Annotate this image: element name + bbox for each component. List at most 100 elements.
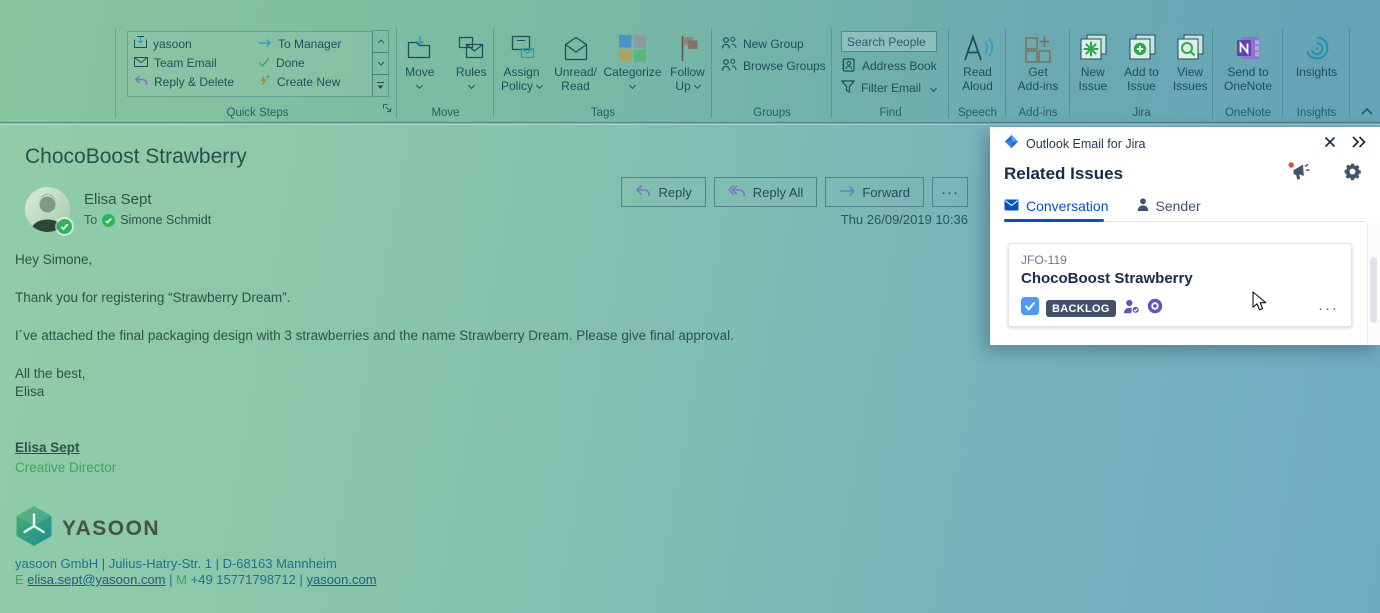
scrollbar-thumb[interactable]: [1370, 257, 1377, 323]
body-paragraph: All the best,: [15, 365, 765, 383]
ribbon: yasoon Team Email Reply & Delete To Mana…: [0, 0, 1380, 123]
panel-title-row: Related Issues: [990, 153, 1380, 187]
quick-step-done[interactable]: Done: [256, 53, 372, 72]
envelope-icon: [1004, 198, 1019, 214]
rules-icon: [457, 30, 485, 66]
address-book-button[interactable]: Address Book: [841, 55, 949, 77]
group-label-insights: Insights: [1283, 107, 1350, 119]
body-paragraph: Elisa: [15, 383, 765, 401]
issue-menu-button[interactable]: ···: [1318, 304, 1339, 314]
signature-name: Elisa Sept: [15, 440, 116, 455]
group-label-jira: Jira: [1070, 107, 1213, 119]
quick-steps-scroll-up-button[interactable]: [372, 30, 389, 53]
tab-conversation[interactable]: Conversation: [1004, 198, 1109, 214]
ribbon-group-jira: New Issue Add to Issue View Issues Jira: [1070, 26, 1213, 122]
assign-policy-label: Assign: [503, 65, 539, 79]
related-issue-card[interactable]: JFO-119 ChocoBoost Strawberry BACKLOG ··…: [1008, 243, 1352, 327]
panel-header: Outlook Email for Jira: [990, 127, 1380, 153]
status-badge[interactable]: BACKLOG: [1046, 300, 1116, 317]
people-icon: [721, 36, 737, 53]
group-label-addins: Add-ins: [1006, 107, 1070, 119]
read-aloud-icon: [961, 30, 995, 66]
tab-sender[interactable]: Sender: [1137, 198, 1201, 214]
browse-groups-label: Browse Groups: [743, 59, 826, 73]
megaphone-icon[interactable]: [1288, 162, 1311, 186]
quick-steps-gallery: yasoon Team Email Reply & Delete To Mana…: [127, 31, 373, 97]
search-people-input[interactable]: [841, 31, 937, 52]
reply-button[interactable]: Reply: [621, 177, 705, 207]
group-label-speech: Speech: [949, 107, 1006, 119]
inbox-move-icon: [134, 36, 147, 51]
people-icon: [721, 58, 737, 75]
envelope-icon: [134, 56, 148, 70]
assignee-icon[interactable]: [1123, 299, 1140, 319]
more-actions-button[interactable]: ···: [932, 177, 968, 207]
quick-steps-dialog-launcher-icon[interactable]: [382, 100, 392, 118]
new-issue-icon: [1078, 30, 1108, 66]
filter-email-label: Filter Email: [861, 81, 921, 95]
dropdown-caret-icon: [416, 81, 423, 88]
ribbon-group-addins: Get Add-ins Add-ins: [1006, 26, 1070, 122]
quick-step-label: To Manager: [278, 37, 341, 51]
ribbon-group-move: Move Rules Move: [397, 26, 494, 122]
reply-all-icon: [728, 184, 746, 200]
signature-contacts: E elisa.sept@yasoon.com | M +49 15771798…: [15, 572, 377, 587]
recipient-name[interactable]: Simone Schmidt: [120, 213, 211, 227]
phone-number: +49 15771798712: [191, 572, 296, 587]
sender-avatar[interactable]: [25, 187, 70, 232]
categorize-label: Categorize: [603, 66, 661, 80]
quick-steps-more-button[interactable]: [372, 74, 389, 97]
assign-policy-icon: [508, 30, 535, 66]
quick-step-to-manager[interactable]: To Manager: [256, 34, 372, 53]
funnel-icon: [841, 80, 855, 96]
panel-title: Related Issues: [1004, 164, 1288, 184]
ribbon-group-speech: Read Aloud Speech: [949, 26, 1006, 122]
collapse-ribbon-button[interactable]: [1358, 104, 1376, 118]
filter-email-button[interactable]: Filter Email: [841, 77, 949, 99]
gear-icon[interactable]: [1343, 162, 1362, 186]
quick-steps-scroll-down-button[interactable]: [372, 52, 389, 75]
forward-button[interactable]: Forward: [825, 177, 924, 207]
quick-step-team-email[interactable]: Team Email: [132, 53, 256, 72]
quick-step-create-new[interactable]: Create New: [256, 72, 372, 91]
body-paragraph: Hey Simone,: [15, 251, 765, 269]
tab-sender-label: Sender: [1156, 198, 1201, 214]
group-label-find: Find: [832, 107, 949, 119]
ribbon-group-find: Address Book Filter Email Find: [832, 26, 949, 122]
email-body: Hey Simone, Thank you for registering “S…: [15, 251, 765, 401]
body-paragraph: Thank you for registering “Strawberry Dr…: [15, 289, 765, 307]
close-icon[interactable]: [1324, 135, 1336, 153]
issue-title[interactable]: ChocoBoost Strawberry: [1021, 270, 1339, 287]
ribbon-group-insights: Insights Insights: [1283, 26, 1350, 122]
read-aloud-label: Read: [963, 66, 992, 80]
reply-icon: [635, 184, 651, 200]
browse-groups-button[interactable]: Browse Groups: [721, 55, 832, 77]
double-chevron-right-icon[interactable]: [1351, 135, 1366, 153]
website-link[interactable]: yasoon.com: [306, 572, 376, 587]
email-link[interactable]: elisa.sept@yasoon.com: [27, 572, 165, 587]
to-label: To: [84, 213, 97, 227]
yasoon-hexagon-logo-icon: [15, 505, 53, 552]
assign-policy-label2: Policy: [501, 79, 533, 93]
watchers-eye-icon[interactable]: [1147, 298, 1163, 319]
unread-read-label: Unread/: [554, 66, 597, 80]
flag-icon: [676, 30, 700, 66]
quick-step-yasoon[interactable]: yasoon: [132, 34, 256, 53]
quick-steps-column-1: yasoon Team Email Reply & Delete: [132, 34, 256, 91]
rules-label: Rules: [456, 66, 487, 80]
reply-all-label: Reply All: [753, 185, 804, 200]
group-label-groups: Groups: [712, 107, 832, 119]
sender-name[interactable]: Elisa Sept: [84, 191, 152, 208]
new-group-label: New Group: [743, 37, 804, 51]
get-addins-label2: Add-ins: [1018, 80, 1059, 94]
unread-read-label2: Read: [561, 80, 590, 94]
group-label-move: Move: [397, 107, 494, 119]
quick-step-reply-delete[interactable]: Reply & Delete: [132, 72, 256, 91]
quick-steps-column-2: To Manager Done Create New: [256, 34, 372, 91]
panel-scrollbar[interactable]: [1367, 223, 1380, 345]
follow-up-label2: Up: [675, 79, 690, 93]
new-group-button[interactable]: New Group: [721, 33, 832, 55]
reply-all-button[interactable]: Reply All: [714, 177, 818, 207]
email-actions: Reply Reply All Forward ···: [621, 177, 968, 207]
move-folder-icon: [406, 30, 434, 66]
